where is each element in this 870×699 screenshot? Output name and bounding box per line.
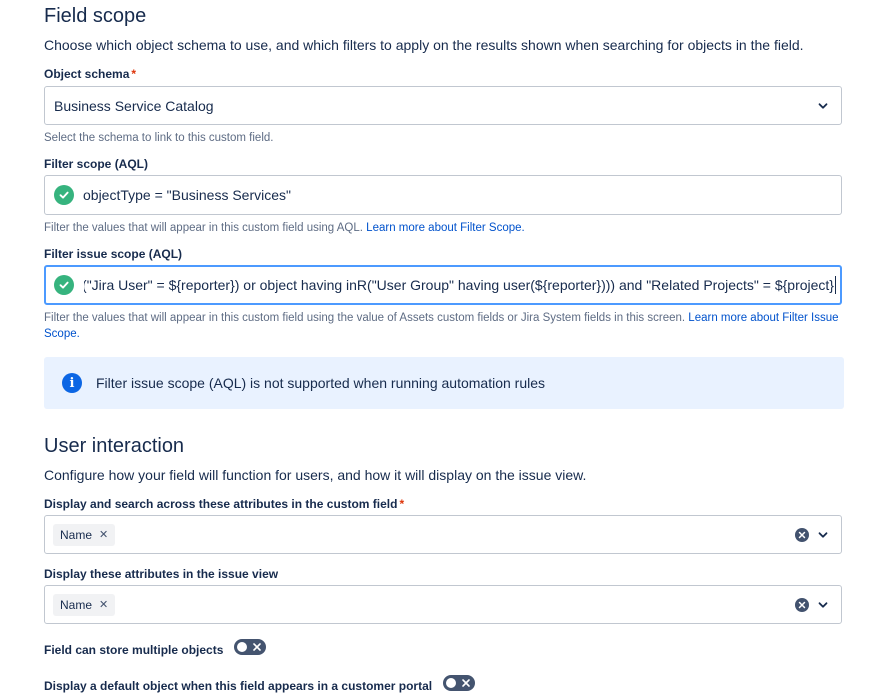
close-icon [253,643,261,651]
filter-scope-help-text: Filter the values that will appear in th… [44,222,367,234]
filter-scope-input[interactable]: objectType = "Business Services" [44,175,842,215]
filter-issue-scope-help: Filter the values that will appear in th… [44,310,844,342]
field-scope-description: Choose which object schema to use, and w… [44,37,804,53]
field-scope-heading: Field scope [44,5,147,27]
object-schema-value: Business Service Catalog [54,97,214,114]
text-caret [835,276,836,294]
attribute-tag-label: Name [60,527,93,542]
clear-icon[interactable] [795,527,809,542]
default-object-portal-toggle[interactable] [443,675,475,691]
issue-view-attributes-label: Display these attributes in the issue vi… [44,567,279,581]
filter-issue-scope-label: Filter issue scope (AQL) [44,247,183,261]
search-attributes-label-text: Display and search across these attribut… [44,497,398,511]
check-circle-icon [54,275,74,295]
filter-issue-scope-input[interactable]: iR("Jira User" = ${reporter}) or object … [44,265,842,305]
chevron-down-icon[interactable] [817,599,829,611]
object-schema-help: Select the schema to link to this custom… [44,132,274,144]
info-message-text: Filter issue scope (AQL) is not supporte… [96,375,546,391]
user-interaction-description: Configure how your field will function f… [44,467,587,483]
object-schema-select[interactable]: Business Service Catalog [44,86,842,125]
search-attributes-select[interactable]: Name ✕ [44,515,842,554]
required-marker: * [399,497,405,511]
issue-view-attributes-select[interactable]: Name ✕ [44,585,842,624]
user-interaction-heading: User interaction [44,435,185,457]
filter-scope-label: Filter scope (AQL) [44,157,149,171]
info-icon: i [62,373,82,393]
remove-tag-icon[interactable]: ✕ [99,598,108,611]
filter-issue-scope-text: iR("Jira User" = ${reporter}) or object … [84,267,836,303]
close-icon [462,679,470,687]
object-schema-label-text: Object schema [44,67,130,81]
search-attributes-label: Display and search across these attribut… [44,497,404,511]
toggle-knob [237,642,247,652]
default-object-portal-label: Display a default object when this field… [44,679,433,693]
info-message-panel: i Filter issue scope (AQL) is not suppor… [44,357,844,409]
attribute-tag: Name ✕ [53,593,116,616]
chevron-down-icon[interactable] [817,529,829,541]
remove-tag-icon[interactable]: ✕ [99,528,108,541]
clear-icon[interactable] [795,597,809,612]
chevron-down-icon[interactable] [817,100,829,112]
multiple-objects-toggle[interactable] [234,639,266,655]
filter-issue-scope-value: iR("Jira User" = ${reporter}) or object … [84,277,834,293]
toggle-knob [446,678,456,688]
required-marker: * [131,67,137,81]
filter-scope-learn-more-link[interactable]: Learn more about Filter Scope. [366,222,525,234]
attribute-tag-label: Name [60,597,93,612]
filter-issue-scope-viewport: iR("Jira User" = ${reporter}) or object … [84,267,836,303]
check-circle-icon [54,185,74,205]
object-schema-label: Object schema * [44,67,136,81]
filter-scope-value: objectType = "Business Services" [83,187,291,203]
filter-issue-scope-help-text: Filter the values that will appear in th… [44,312,689,324]
filter-scope-help: Filter the values that will appear in th… [44,220,525,236]
attribute-tag: Name ✕ [53,523,116,546]
multiple-objects-label: Field can store multiple objects [44,643,224,657]
